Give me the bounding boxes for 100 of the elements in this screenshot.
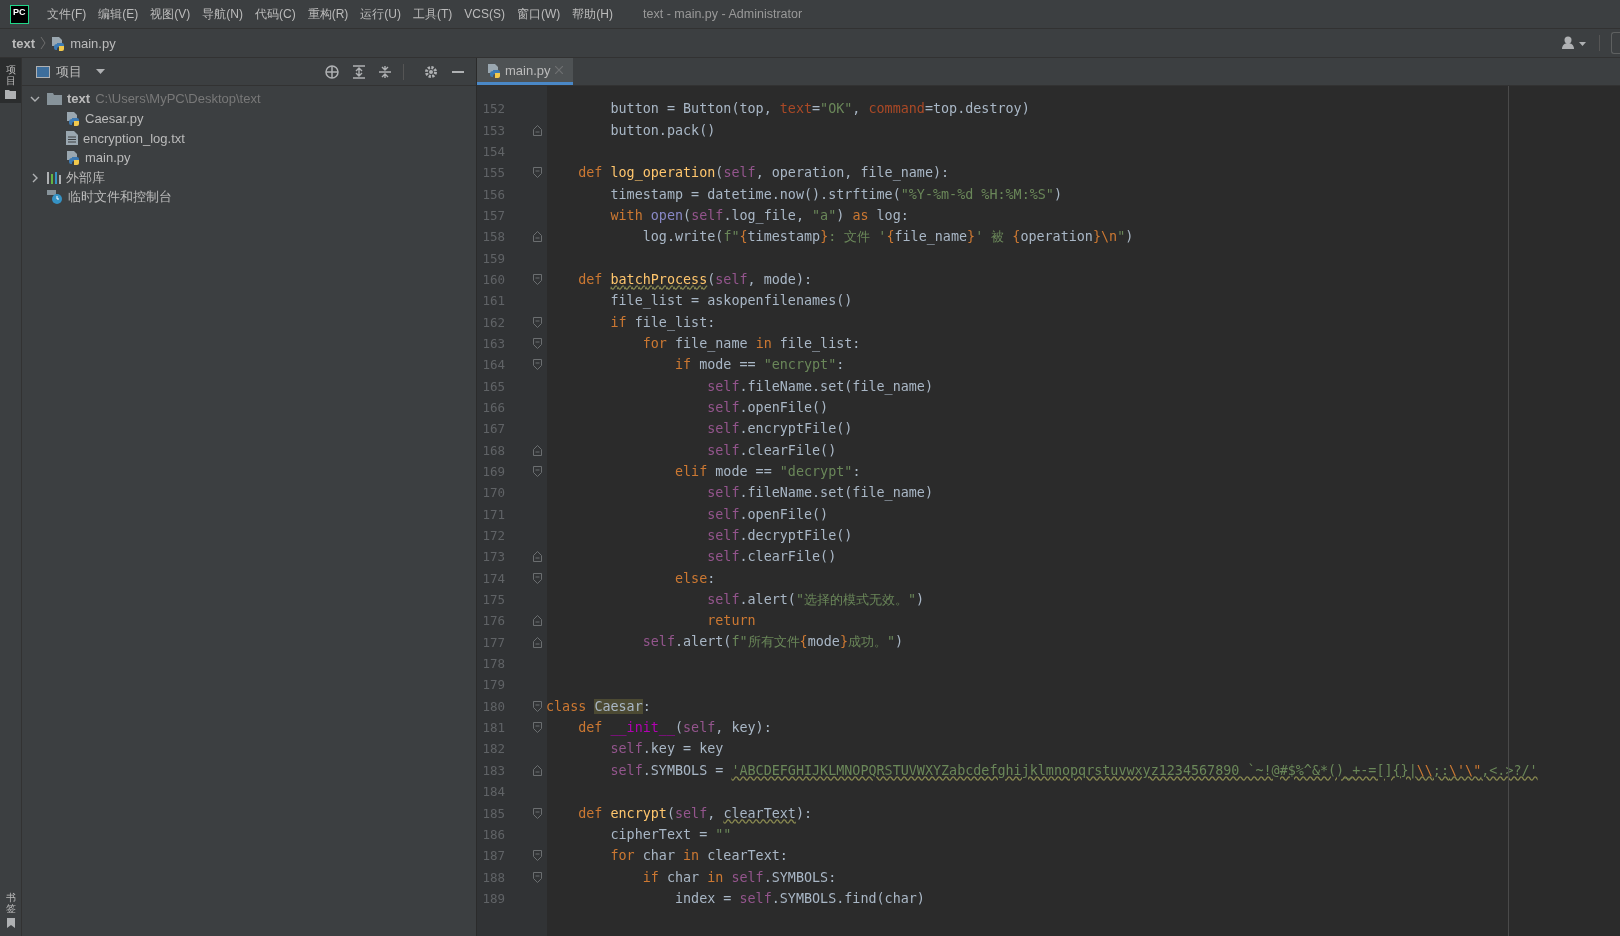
- code-line: class Caesar:: [546, 698, 651, 714]
- code-line: for char in clearText:: [609, 848, 788, 864]
- breadcrumb-item[interactable]: main.py: [70, 35, 116, 51]
- fold-icon[interactable]: [533, 700, 542, 712]
- close-icon[interactable]: [554, 66, 563, 74]
- code-line: def batchProcess(self, mode):: [577, 271, 813, 287]
- fold-icon[interactable]: [533, 466, 542, 477]
- code-line: else:: [674, 570, 716, 586]
- window-icon: [36, 65, 50, 78]
- code-line: self.key = key: [609, 741, 724, 757]
- tree-item[interactable]: text: [67, 91, 91, 107]
- code-line: self.encryptFile(): [706, 421, 853, 437]
- tree-item[interactable]: main.py: [85, 150, 131, 166]
- project-tool-button[interactable]: 项目: [0, 58, 21, 103]
- scratch-clock-icon: [47, 189, 63, 205]
- tree-item[interactable]: Caesar.py: [85, 111, 144, 127]
- menu-item[interactable]: 代码(C): [255, 5, 296, 23]
- code-line: self.fileName.set(file_name): [706, 378, 933, 394]
- fold-icon[interactable]: [533, 444, 542, 456]
- code-line: log.write(f"{timestamp}: 文件 '{file_name}' 被 {operation}\n"): [641, 227, 1134, 246]
- code-line: cipherText = "": [609, 826, 732, 842]
- fold-icon[interactable]: [533, 337, 542, 349]
- expand-all-icon[interactable]: [353, 64, 365, 79]
- code-line: def log_operation(self, operation, file_name):: [577, 165, 950, 181]
- panel-title[interactable]: 项目: [56, 62, 82, 81]
- fold-icon[interactable]: [533, 273, 542, 285]
- menu-item[interactable]: 运行(U): [360, 5, 401, 23]
- dropdown-icon[interactable]: [96, 69, 105, 74]
- fold-icon[interactable]: [533, 359, 542, 371]
- fold-icon[interactable]: [533, 871, 542, 883]
- fold-icon[interactable]: [533, 551, 542, 563]
- fold-icon[interactable]: [533, 722, 542, 734]
- code-line: with open(self.log_file, "a") as log:: [609, 207, 909, 223]
- code-line: if file_list:: [609, 314, 716, 330]
- expander-icon[interactable]: [30, 172, 40, 183]
- fold-icon[interactable]: [533, 124, 542, 136]
- menu-item[interactable]: 导航(N): [202, 5, 243, 23]
- app-logo: PC: [11, 5, 28, 23]
- menu-item[interactable]: 文件(F): [47, 5, 87, 23]
- menu-item[interactable]: 窗口(W): [517, 5, 561, 23]
- fold-icon[interactable]: [533, 850, 542, 862]
- menu-item[interactable]: 重构(R): [307, 5, 349, 23]
- menu-item[interactable]: 编辑(E): [98, 5, 139, 23]
- settings-icon[interactable]: [424, 64, 438, 79]
- breadcrumb-item[interactable]: text: [12, 35, 36, 51]
- code-line: if mode == "encrypt":: [674, 357, 845, 373]
- menu-item[interactable]: 视图(V): [150, 5, 191, 23]
- fold-icon[interactable]: [533, 316, 542, 328]
- python-file-icon: [66, 150, 80, 166]
- python-file-icon: [66, 111, 80, 127]
- user-icon[interactable]: [1562, 36, 1588, 50]
- tree-item[interactable]: 临时文件和控制台: [68, 188, 172, 207]
- code-line: def __init__(self, key):: [577, 720, 772, 736]
- code-line: button.pack(): [609, 122, 716, 138]
- fold-icon[interactable]: [533, 764, 542, 776]
- code-line: self.openFile(): [706, 400, 829, 415]
- text-file-icon: [66, 131, 78, 146]
- collapse-all-icon[interactable]: [379, 64, 391, 79]
- code-line: return: [706, 613, 756, 629]
- python-file-icon: [51, 35, 66, 51]
- code-line: file_list = askopenfilenames(): [609, 293, 853, 309]
- code-line: self.clearFile(): [706, 442, 837, 458]
- bookmarks-tool-label[interactable]: 书签: [5, 892, 16, 914]
- code-line: def encrypt(self, clearText):: [577, 805, 813, 821]
- code-line: self.openFile(): [706, 506, 829, 522]
- library-icon: [47, 171, 61, 184]
- code-line: self.alert(f"所有文件{mode}成功。"): [641, 633, 904, 652]
- folder-path: C:\Users\MyPC\Desktop\text: [95, 91, 261, 107]
- code-line: elif mode == "decrypt":: [674, 464, 861, 479]
- code-line: for file_name in file_list:: [641, 335, 861, 351]
- menu-item[interactable]: 工具(T): [413, 5, 453, 23]
- code-line: if char in self.SYMBOLS:: [641, 869, 837, 885]
- folder-icon: [47, 92, 62, 105]
- locate-icon[interactable]: [325, 64, 339, 79]
- fold-icon[interactable]: [533, 167, 542, 179]
- fold-icon[interactable]: [533, 636, 542, 648]
- tree-item[interactable]: 外部库: [66, 168, 105, 187]
- project-tool-label: 项目: [5, 64, 16, 86]
- minimize-icon[interactable]: [452, 70, 464, 73]
- fold-icon[interactable]: [533, 615, 542, 627]
- chevron-icon: [40, 36, 47, 50]
- window-title: text - main.py - Administrator: [643, 7, 803, 21]
- code-line: button = Button(top, text="OK", command=top.destroy): [609, 101, 1030, 117]
- fold-icon[interactable]: [533, 572, 542, 584]
- editor-tab[interactable]: main.py: [477, 58, 573, 85]
- menu-item[interactable]: 帮助(H): [572, 5, 613, 23]
- code-line: index = self.SYMBOLS.find(char): [674, 890, 925, 906]
- fold-icon[interactable]: [533, 807, 542, 819]
- python-button[interactable]: [1611, 32, 1620, 54]
- code-line: self.clearFile(): [706, 549, 837, 565]
- code-line: self.SYMBOLS = 'ABCDEFGHIJKLMNOPQRSTUVWXYZabcdefghijklmnopqrstuvwxyz1234567890 `~!@#$%^&*()_+-=[]{}|\\;:\'\",<.>?/': [609, 762, 1538, 778]
- menu-item[interactable]: VCS(S): [464, 7, 505, 21]
- code-line: timestamp = datetime.now().strftime("%Y-%m-%d %H:%M:%S"): [609, 186, 1062, 202]
- fold-icon[interactable]: [533, 231, 542, 243]
- code-line: self.alert("选择的模式无效。"): [706, 590, 925, 609]
- code-line: self.fileName.set(file_name): [706, 485, 933, 501]
- python-file-icon: [487, 62, 501, 78]
- code-line: self.decryptFile(): [706, 528, 853, 544]
- bookmark-icon: [6, 918, 15, 928]
- tree-item[interactable]: encryption_log.txt: [83, 130, 185, 146]
